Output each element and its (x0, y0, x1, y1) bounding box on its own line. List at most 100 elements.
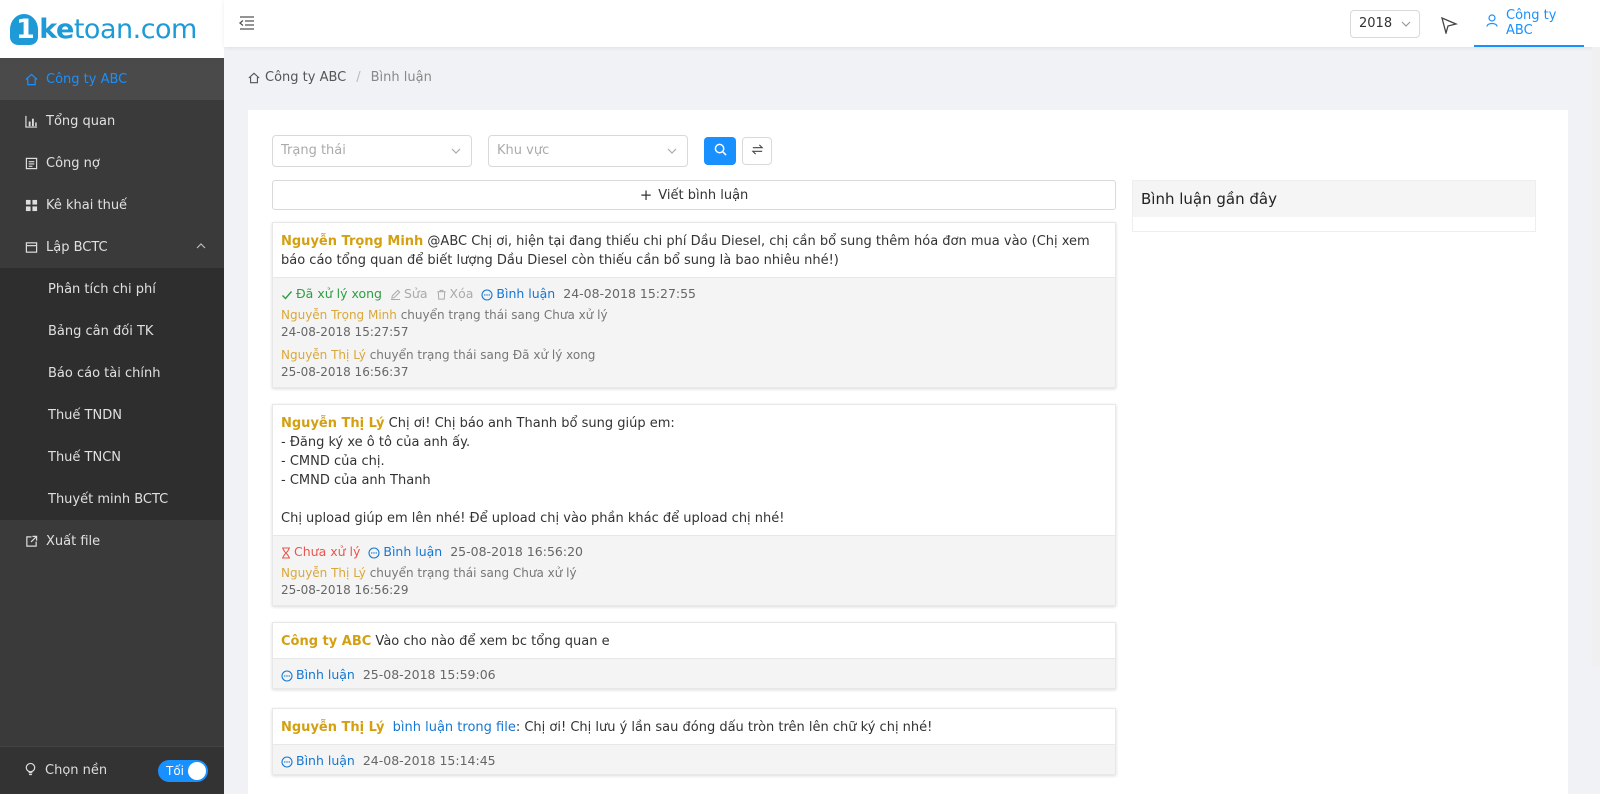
comment-line: - CMND của chị. (281, 454, 385, 469)
chevron-down-icon (451, 145, 461, 160)
log-action: chuyển trạng thái sang Chưa xử lý (396, 308, 608, 322)
sidebar-menu-bottom: Xuất file (0, 520, 224, 562)
sidebar-subitem-balance[interactable]: Bảng cân đối TK (0, 310, 224, 352)
grid-icon (24, 198, 38, 212)
reset-button[interactable] (742, 137, 772, 165)
comment-timestamp: 24-08-2018 15:27:55 (563, 286, 697, 301)
comment-icon (368, 546, 380, 559)
log-action: chuyển trạng thái sang Chưa xử lý (365, 566, 577, 580)
comment-card: Nguyễn Thị Lý bình luận trong file: Chị … (272, 708, 1116, 775)
comment-card: Nguyễn Trọng Minh @ABC Chị ơi, hiện tại … (272, 222, 1116, 388)
chevron-up-icon (196, 240, 206, 255)
comment-author[interactable]: Nguyễn Trọng Minh (281, 234, 423, 249)
comment-footer: Bình luận 24-08-2018 15:14:45 (273, 744, 1115, 774)
company-account-tab[interactable]: Công ty ABC (1474, 0, 1584, 47)
status-done-badge[interactable]: Đã xử lý xong (281, 286, 382, 301)
reply-button[interactable]: Bình luận (281, 667, 355, 682)
sidebar-subitem-cost-analysis[interactable]: Phân tích chi phí (0, 268, 224, 310)
recent-comments-title: Bình luận gần đây (1133, 181, 1535, 217)
region-select-placeholder: Khu vực (497, 143, 550, 158)
region-select[interactable]: Khu vực (488, 135, 688, 167)
status-pending-badge[interactable]: Chưa xử lý (281, 544, 360, 559)
toggle-knob (188, 762, 206, 780)
comment-body: Công ty ABC Vào cho nào để xem bc tổng q… (273, 623, 1115, 658)
write-comment-button[interactable]: + Viết bình luận (272, 180, 1116, 210)
comment-text: Vào cho nào để xem bc tổng quan e (371, 634, 610, 649)
year-select[interactable]: 2018 (1350, 10, 1420, 38)
delete-button[interactable]: Xóa (436, 286, 473, 301)
search-button[interactable] (704, 137, 736, 165)
comment-body: Nguyễn Thị Lý Chị ơi! Chị báo anh Thanh … (273, 405, 1115, 535)
logo-text: 1 ketoan.com (10, 13, 197, 45)
recent-comments-panel: Bình luận gần đây (1132, 180, 1536, 232)
toggle-label: Tối (166, 764, 185, 778)
log-author[interactable]: Nguyễn Thị Lý (281, 348, 366, 362)
log-author[interactable]: Nguyễn Trọng Minh (281, 308, 397, 322)
sidebar-item-label: Kê khai thuế (46, 197, 128, 213)
sidebar-item-bctc[interactable]: Lập BCTC (0, 226, 224, 268)
sidebar-item-label: Công ty ABC (46, 71, 128, 87)
log-time: 25-08-2018 16:56:29 (281, 583, 409, 597)
comment-card: Công ty ABC Vào cho nào để xem bc tổng q… (272, 622, 1116, 689)
page-scrollbar[interactable] (1592, 47, 1600, 667)
home-icon (24, 72, 38, 86)
trash-icon (436, 289, 447, 300)
file-comment-link[interactable]: bình luận trong file (393, 720, 516, 735)
sidebar-item-company[interactable]: Công ty ABC (0, 58, 224, 100)
ledger-icon (24, 156, 38, 170)
company-name: Công ty ABC (1506, 7, 1557, 38)
logo[interactable]: 1 ketoan.com (0, 0, 224, 58)
dark-mode-toggle[interactable]: Tối (158, 760, 208, 782)
sidebar-subitem-tndn[interactable]: Thuế TNDN (0, 394, 224, 436)
breadcrumb: Công ty ABC / Bình luận (248, 70, 432, 85)
comment-timestamp: 25-08-2018 15:59:06 (362, 667, 496, 682)
sidebar-item-label: Tổng quan (46, 113, 116, 129)
comment-footer: Đã xử lý xong Sửa Xóa Bình luận 24-08-20… (273, 277, 1115, 387)
edit-icon (390, 289, 401, 300)
theme-label: Chọn nền (45, 763, 108, 778)
notification-flag-icon[interactable] (1440, 16, 1459, 38)
plus-icon: + (639, 186, 653, 204)
log-author[interactable]: Nguyễn Thị Lý (281, 566, 366, 580)
comment-line: - CMND của anh Thanh (281, 473, 431, 488)
comment-card: Nguyễn Thị Lý Chị ơi! Chị báo anh Thanh … (272, 404, 1116, 606)
edit-button[interactable]: Sửa (390, 286, 428, 301)
status-select[interactable]: Trạng thái (272, 135, 472, 167)
swap-icon (751, 143, 764, 160)
sidebar-subitem-financial-report[interactable]: Báo cáo tài chính (0, 352, 224, 394)
comment-timestamp: 25-08-2018 16:56:20 (450, 544, 583, 559)
log-time: 24-08-2018 15:27:57 (281, 325, 409, 339)
sidebar: 1 ketoan.com Công ty ABC Tổng quan Công n… (0, 0, 224, 794)
status-log: Nguyễn Thị Lý chuyển trạng thái sang Đã … (281, 347, 1107, 381)
comment-icon (281, 755, 293, 768)
export-icon (24, 534, 38, 548)
reply-button[interactable]: Bình luận (481, 286, 555, 301)
sidebar-item-overview[interactable]: Tổng quan (0, 100, 224, 142)
breadcrumb-home[interactable]: Công ty ABC (265, 70, 346, 85)
sidebar-subitem-tncn[interactable]: Thuế TNCN (0, 436, 224, 478)
sidebar-item-tax[interactable]: Kê khai thuế (0, 184, 224, 226)
comment-icon (281, 669, 293, 682)
reply-button[interactable]: Bình luận (281, 753, 355, 768)
sidebar-item-debt[interactable]: Công nợ (0, 142, 224, 184)
bctc-submenu: Phân tích chi phí Bảng cân đối TK Báo cá… (0, 268, 224, 520)
filter-bar: Trạng thái Khu vực (272, 135, 772, 167)
chevron-down-icon (1401, 18, 1411, 33)
sidebar-menu: Công ty ABC Tổng quan Công nợ Kê khai th… (0, 58, 224, 268)
report-icon (24, 240, 38, 254)
comment-author[interactable]: Nguyễn Thị Lý (281, 416, 385, 431)
sidebar-item-label: Xuất file (46, 533, 101, 549)
year-value: 2018 (1359, 16, 1393, 31)
comment-footer: Bình luận 25-08-2018 15:59:06 (273, 658, 1115, 688)
home-icon (248, 72, 260, 84)
chart-icon (24, 114, 38, 128)
comment-timestamp: 24-08-2018 15:14:45 (362, 753, 496, 768)
sidebar-subitem-notes[interactable]: Thuyết minh BCTC (0, 478, 224, 520)
menu-fold-icon[interactable] (238, 14, 256, 32)
status-log: Nguyễn Trọng Minh chuyển trạng thái sang… (281, 307, 1107, 341)
comments-panel: Trạng thái Khu vực + Viết bình luận Nguy… (248, 110, 1568, 794)
sidebar-item-export[interactable]: Xuất file (0, 520, 224, 562)
reply-button[interactable]: Bình luận (368, 544, 442, 559)
comment-author[interactable]: Nguyễn Thị Lý (281, 720, 385, 735)
comment-author[interactable]: Công ty ABC (281, 634, 371, 649)
